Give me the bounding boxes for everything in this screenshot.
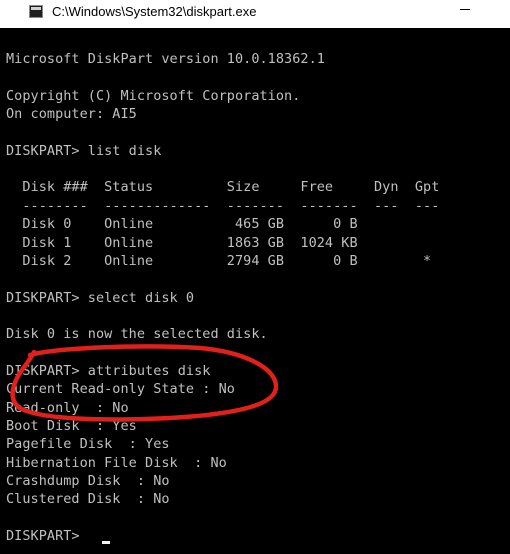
console-output[interactable]: Microsoft DiskPart version 10.0.18362.1 C… [0,28,510,554]
console-line: Read-only : No [6,399,129,416]
console-line: DISKPART> attributes disk [6,362,211,379]
console-line: Hibernation File Disk : No [6,454,227,471]
console-line: Copyright (C) Microsoft Corporation. [6,87,301,104]
window-title: C:\Windows\System32\diskpart.exe [52,4,257,19]
console-line: Microsoft DiskPart version 10.0.18362.1 [6,51,325,67]
console-line: DISKPART> [6,528,88,545]
console-line: DISKPART> list disk [6,142,162,159]
console-line: Clustered Disk : No [6,491,170,508]
console-line: Crashdump Disk : No [6,473,170,490]
console-line: Disk 1 Online 1863 GB 1024 KB [6,234,358,251]
text-cursor [102,541,110,545]
console-app-icon [29,5,43,18]
console-line: -------- ------------- ------- ------- -… [6,197,440,214]
minimize-icon[interactable] [460,0,472,20]
console-line: Disk 2 Online 2794 GB 0 B * [6,252,432,269]
console-line: Disk 0 Online 465 GB 0 B [6,216,358,233]
console-line: Disk ### Status Size Free Dyn Gpt [6,179,440,196]
console-line: Disk 0 is now the selected disk. [6,326,268,343]
console-line: DISKPART> select disk 0 [6,289,195,306]
console-line: On computer: AI5 [6,106,137,123]
console-line: Boot Disk : Yes [6,418,137,434]
console-line: Current Read-only State : No [6,381,235,398]
console-line: Pagefile Disk : Yes [6,436,170,453]
title-bar[interactable]: C:\Windows\System32\diskpart.exe [0,0,510,28]
